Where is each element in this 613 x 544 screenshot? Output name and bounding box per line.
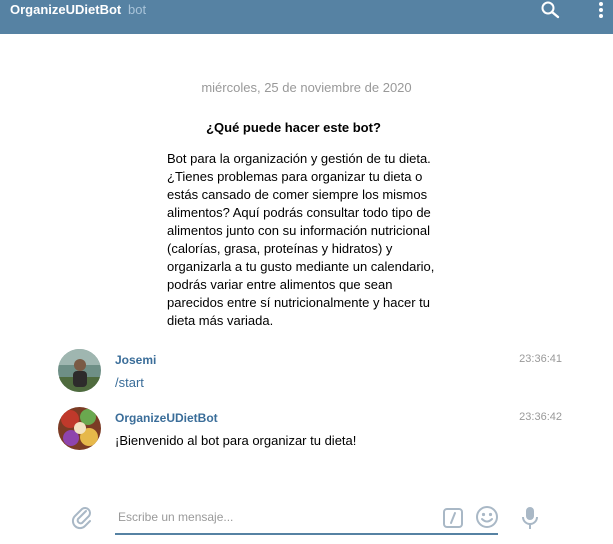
bot-info-heading: ¿Qué puede hacer este bot? bbox=[206, 120, 381, 135]
message-author[interactable]: Josemi bbox=[115, 353, 156, 367]
bot-info: ¿Qué puede hacer este bot? Bot para la o… bbox=[167, 120, 447, 330]
message-text: ¡Bienvenido al bot para organizar tu die… bbox=[115, 433, 357, 448]
more-vertical-icon[interactable] bbox=[594, 0, 608, 22]
message-time: 23:36:41 bbox=[519, 353, 562, 365]
message-text[interactable]: /start bbox=[115, 375, 144, 390]
avatar[interactable] bbox=[58, 407, 101, 450]
avatar[interactable] bbox=[58, 349, 101, 392]
message-input[interactable] bbox=[115, 502, 498, 535]
smiley-icon[interactable] bbox=[475, 505, 499, 529]
message-author[interactable]: OrganizeUDietBot bbox=[115, 411, 218, 425]
search-icon[interactable] bbox=[540, 0, 562, 20]
slash-command-icon[interactable] bbox=[443, 508, 463, 528]
chat-subtitle: bot bbox=[128, 2, 147, 17]
message-time: 23:36:42 bbox=[519, 411, 562, 423]
paperclip-icon[interactable] bbox=[70, 504, 94, 530]
microphone-icon[interactable] bbox=[520, 505, 540, 531]
message-composer bbox=[0, 496, 613, 544]
chat-header: OrganizeUDietBot bot bbox=[0, 0, 613, 34]
chat-title[interactable]: OrganizeUDietBot bbox=[10, 2, 121, 17]
bot-info-description: Bot para la organización y gestión de tu… bbox=[167, 151, 435, 328]
date-separator: miércoles, 25 de noviembre de 2020 bbox=[201, 80, 412, 95]
